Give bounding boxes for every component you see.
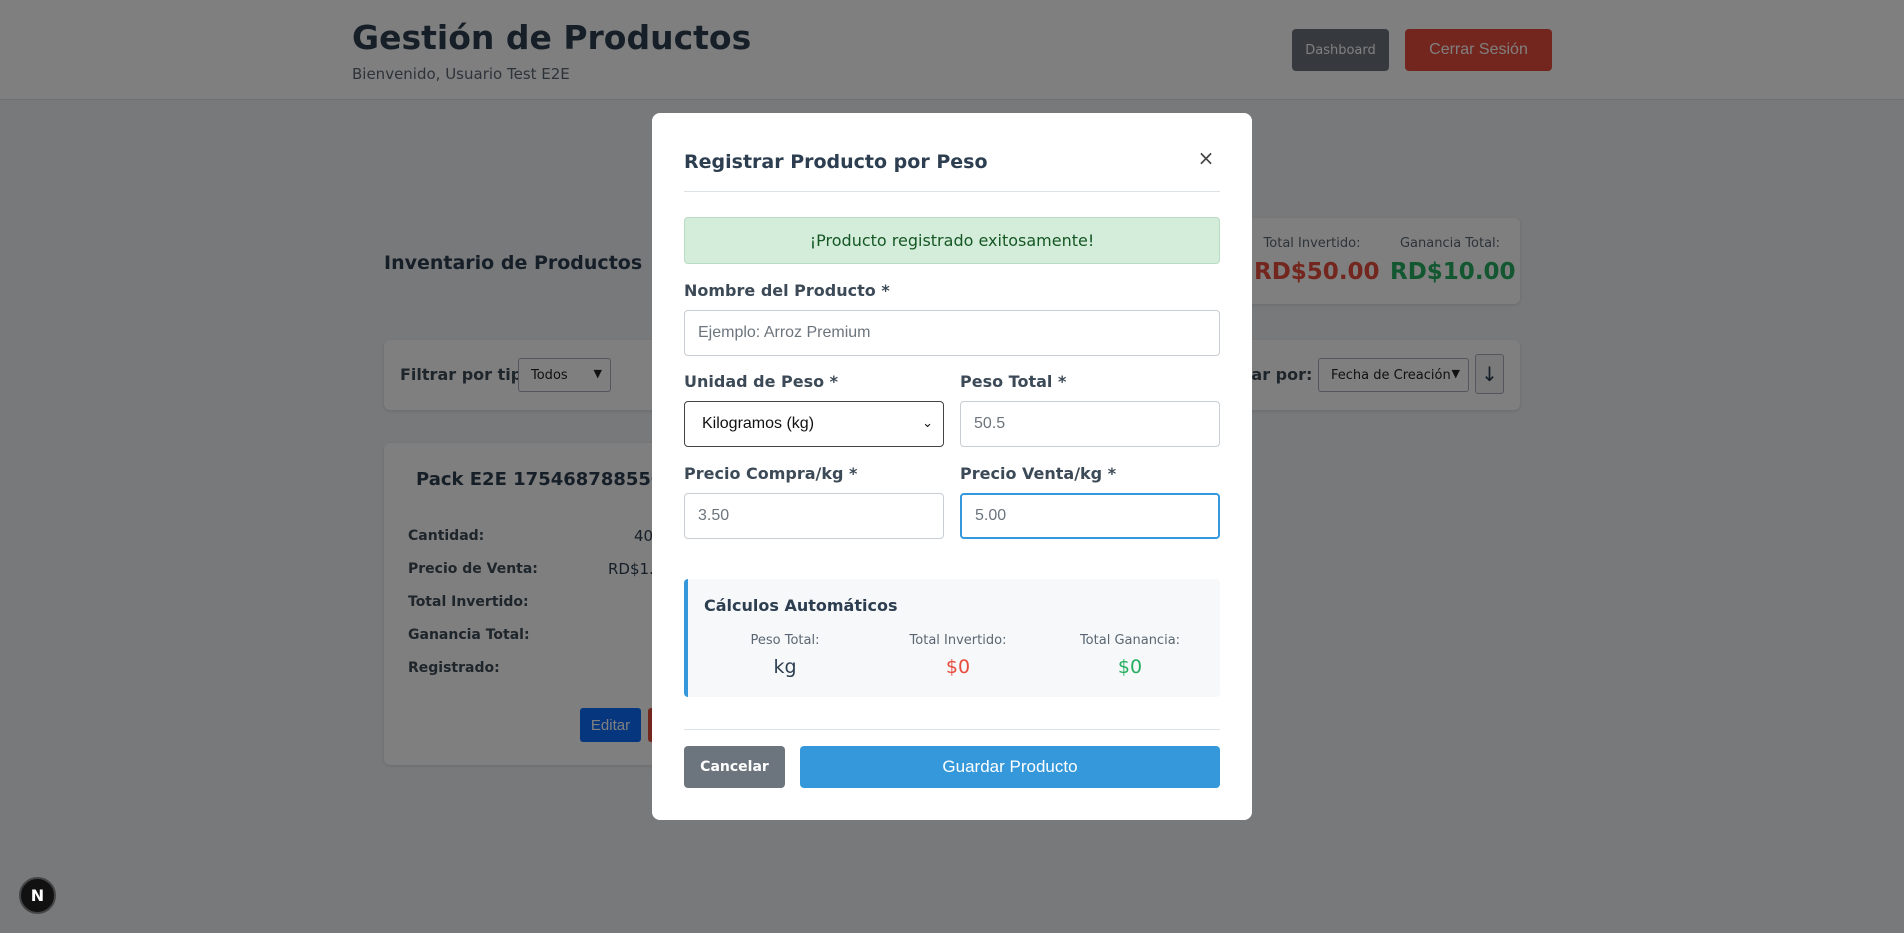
product-name-label: Nombre del Producto *: [684, 281, 890, 300]
calc-weight-label: Peso Total:: [750, 633, 820, 648]
product-name-input[interactable]: Ejemplo: Arroz Premium: [684, 310, 1220, 356]
calc-profit-label: Total Ganancia:: [1079, 633, 1181, 648]
save-product-button[interactable]: Guardar Producto: [800, 746, 1220, 788]
close-icon[interactable]: ×: [1194, 146, 1218, 170]
calc-invested-value: $0: [945, 656, 971, 678]
buy-price-label: Precio Compra/kg *: [684, 464, 858, 483]
sell-price-input[interactable]: 5.00: [960, 493, 1220, 539]
total-weight-input[interactable]: 50.5: [960, 401, 1220, 447]
calc-profit-value: $0: [1117, 656, 1143, 678]
divider: [684, 729, 1220, 730]
chevron-down-icon: ⌄: [922, 415, 933, 430]
weight-unit-value: Kilogramos (kg): [702, 415, 815, 432]
auto-calculations-panel: Cálculos Automáticos Peso Total: kg Tota…: [684, 579, 1220, 697]
calc-invested-label: Total Invertido:: [909, 633, 1007, 648]
calc-title: Cálculos Automáticos: [704, 596, 898, 615]
weight-unit-select[interactable]: Kilogramos (kg) ⌄: [684, 401, 944, 447]
calc-weight-value: kg: [773, 656, 797, 678]
cancel-button[interactable]: Cancelar: [684, 746, 785, 788]
calc-weight: Peso Total: kg: [710, 633, 860, 678]
total-weight-label: Peso Total *: [960, 372, 1067, 391]
sell-price-label: Precio Venta/kg *: [960, 464, 1117, 483]
divider: [684, 191, 1220, 192]
weight-unit-label: Unidad de Peso *: [684, 372, 839, 391]
register-product-modal: Registrar Producto por Peso × ¡Producto …: [652, 113, 1252, 820]
calc-invested: Total Invertido: $0: [883, 633, 1033, 678]
success-alert: ¡Producto registrado exitosamente!: [684, 217, 1220, 264]
buy-price-input[interactable]: 3.50: [684, 493, 944, 539]
nextjs-dev-badge-icon[interactable]: N: [19, 877, 56, 914]
modal-title: Registrar Producto por Peso: [684, 151, 988, 173]
calc-profit: Total Ganancia: $0: [1055, 633, 1205, 678]
